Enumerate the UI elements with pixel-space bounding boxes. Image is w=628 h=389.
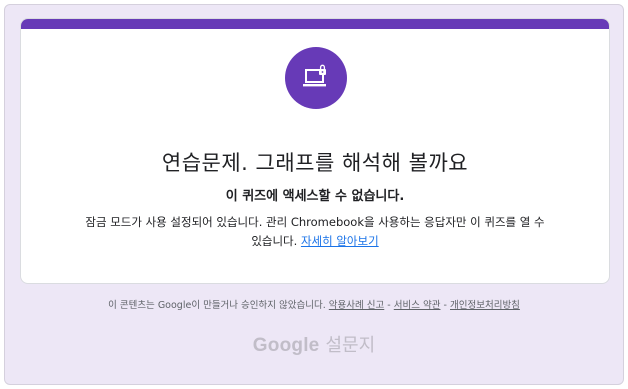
learn-more-link[interactable]: 자세히 알아보기 [301,234,379,248]
quiz-title: 연습문제. 그래프를 해석해 볼까요 [161,151,469,175]
footer-notice: 이 콘텐츠는 Google이 만들거나 승인하지 않았습니다. 악용사례 신고 … [5,297,623,311]
report-abuse-link[interactable]: 악용사례 신고 [329,300,384,311]
card-accent-bar [21,19,609,29]
google-wordmark: Google [252,335,320,356]
forms-wordmark: 설문지 [325,335,376,356]
explanation-line-2: 있습니다. 자세히 알아보기 [31,232,599,251]
disclaimer-text: 이 콘텐츠는 Google이 만들거나 승인하지 않았습니다. [108,300,326,311]
google-forms-logo[interactable]: Google 설문지 [5,331,623,357]
footer-separator: - [387,300,391,311]
access-denied-message: 이 퀴즈에 액세스할 수 없습니다. [225,189,405,204]
explanation-line-2-text: 있습니다. [251,234,298,248]
terms-of-service-link[interactable]: 서비스 약관 [394,300,441,311]
lock-mode-explanation: 잠금 모드가 사용 설정되어 있습니다. 관리 Chromebook을 사용하는… [31,213,599,251]
locked-quiz-card: 연습문제. 그래프를 해석해 볼까요 이 퀴즈에 액세스할 수 없습니다. 잠금… [20,18,610,284]
locked-laptop-icon [285,47,347,109]
footer-separator: - [443,300,447,311]
page-background: 연습문제. 그래프를 해석해 볼까요 이 퀴즈에 액세스할 수 없습니다. 잠금… [4,4,624,385]
privacy-policy-link[interactable]: 개인정보처리방침 [450,300,520,311]
explanation-line-1: 잠금 모드가 사용 설정되어 있습니다. 관리 Chromebook을 사용하는… [85,215,545,229]
